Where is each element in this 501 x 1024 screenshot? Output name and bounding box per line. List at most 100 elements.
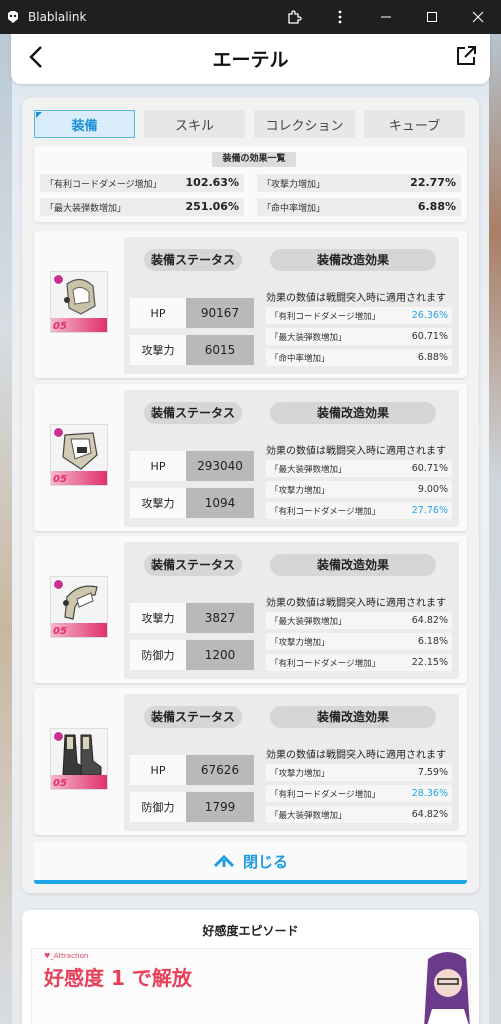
mod-row: 「最大装弾数増加」 64.82% xyxy=(266,612,452,629)
equipment-stat: HP 90167 xyxy=(130,298,254,328)
mod-value: 60.71% xyxy=(411,463,448,474)
tab-bar: 装備 スキル コレクション キューブ xyxy=(34,110,467,138)
mod-row: 「有利コードダメージ増加」 28.36% xyxy=(266,785,452,802)
mod-value: 26.36% xyxy=(411,310,448,321)
stat-value: 90167 xyxy=(186,298,254,328)
tab-collection[interactable]: コレクション xyxy=(254,110,355,138)
page-header: エーテル xyxy=(11,34,490,84)
maximize-icon[interactable] xyxy=(409,0,455,34)
mod-value: 6.18% xyxy=(417,636,448,647)
mod-row: 「攻撃力増加」 7.59% xyxy=(266,764,452,781)
external-link-button[interactable] xyxy=(454,44,478,68)
tab-equipment[interactable]: 装備 xyxy=(34,110,135,138)
rarity-badge xyxy=(53,274,64,285)
mod-value: 6.88% xyxy=(417,352,448,363)
equipment-detail: 装備ステータス 装備改造効果 HP 67626 防御力 1799 効果の数値は戦… xyxy=(124,694,459,831)
stat-value: 6.88% xyxy=(417,200,456,213)
equipment-stat: HP 67626 xyxy=(130,755,254,785)
equipment-thumbnail[interactable]: 05 xyxy=(50,728,108,790)
affection-episode-card[interactable]: ♥_Attraction 好感度 1 で解放 xyxy=(31,948,471,1024)
equipment-detail: 装備ステータス 装備改造効果 HP 90167 攻撃力 6015 効果の数値は戦… xyxy=(124,237,459,374)
mod-value: 64.82% xyxy=(411,615,448,626)
stat-value: 3827 xyxy=(186,603,254,633)
equipment-level: 05 xyxy=(53,474,67,485)
stat-key: 攻撃力 xyxy=(130,603,186,633)
equipment-detail: 装備ステータス 装備改造効果 攻撃力 3827 防御力 1200 効果の数値は戦… xyxy=(124,542,459,679)
equipment-effects-summary: 装備の効果一覧 「有利コードダメージ増加」 102.63% 「攻撃力増加」 22… xyxy=(34,146,467,222)
mod-label: 「有利コードダメージ増加」 xyxy=(270,312,381,322)
close-label: 閉じる xyxy=(242,852,288,871)
stat-value: 293040 xyxy=(186,451,254,481)
rarity-badge xyxy=(53,427,64,438)
mod-row: 「有利コードダメージ増加」 22.15% xyxy=(266,654,452,671)
equipment-level: 05 xyxy=(53,778,67,789)
equipment-thumbnail[interactable]: 05 xyxy=(50,424,108,486)
status-header: 装備ステータス xyxy=(144,706,242,728)
rarity-badge xyxy=(53,731,64,742)
equipment-level: 05 xyxy=(53,321,67,332)
stat-value: 251.06% xyxy=(185,200,239,213)
mod-header: 装備改造効果 xyxy=(270,249,436,271)
mod-label: 「有利コードダメージ増加」 xyxy=(270,790,381,800)
equipment-card: 05 装備ステータス 装備改造効果 HP 67626 防御力 1799 効果の数… xyxy=(34,688,467,835)
summary-stat-row: 「有利コードダメージ増加」 102.63% xyxy=(40,174,244,192)
stat-key: 防御力 xyxy=(130,792,186,822)
page-content: エーテル 装備 スキル コレクション キューブ 装備の効果一覧 「有利コードダメ… xyxy=(0,34,501,1024)
mod-note: 効果の数値は戦闘突入時に適用されます xyxy=(266,598,446,609)
affection-tag: ♥_Attraction xyxy=(44,952,89,960)
stat-value: 22.77% xyxy=(410,176,456,189)
tab-cube[interactable]: キューブ xyxy=(364,110,465,138)
collapse-chevron-icon xyxy=(213,854,235,868)
equipment-level: 05 xyxy=(53,626,67,637)
mod-label: 「最大装弾数増加」 xyxy=(270,333,347,343)
app-logo-icon xyxy=(6,10,20,24)
close-icon[interactable] xyxy=(455,0,501,34)
mod-row: 「攻撃力増加」 9.00% xyxy=(266,481,452,498)
stat-value: 1094 xyxy=(186,488,254,518)
stat-key: 攻撃力 xyxy=(130,488,186,518)
mod-label: 「有利コードダメージ増加」 xyxy=(270,659,381,669)
equipment-detail: 装備ステータス 装備改造効果 HP 293040 攻撃力 1094 効果の数値は… xyxy=(124,390,459,527)
status-header: 装備ステータス xyxy=(144,554,242,576)
affection-episode-section: 好感度エピソード ♥_Attraction 好感度 1 で解放 xyxy=(22,910,479,1024)
mod-label: 「攻撃力増加」 xyxy=(270,638,330,648)
mod-label: 「有利コードダメージ増加」 xyxy=(270,507,381,517)
equipment-thumbnail[interactable]: 05 xyxy=(50,271,108,333)
stat-label: 「命中率増加」 xyxy=(262,204,326,214)
window-title: Blablalink xyxy=(28,10,87,24)
more-vert-icon[interactable] xyxy=(317,0,363,34)
equipment-card: 05 装備ステータス 装備改造効果 HP 90167 攻撃力 6015 効果の数… xyxy=(34,231,467,378)
equipment-card: 05 装備ステータス 装備改造効果 HP 293040 攻撃力 1094 効果の… xyxy=(34,384,467,531)
stat-value: 1200 xyxy=(186,640,254,670)
mod-label: 「命中率増加」 xyxy=(270,354,330,364)
mod-note: 効果の数値は戦闘突入時に適用されます xyxy=(266,293,446,304)
tab-skill[interactable]: スキル xyxy=(144,110,245,138)
minimize-icon[interactable] xyxy=(363,0,409,34)
external-link-icon xyxy=(457,46,476,65)
summary-stat-row: 「命中率増加」 6.88% xyxy=(257,198,461,216)
mod-note: 効果の数値は戦闘突入時に適用されます xyxy=(266,750,446,761)
mod-row: 「最大装弾数増加」 60.71% xyxy=(266,328,452,345)
unlock-text: 好感度 1 で解放 xyxy=(44,966,192,990)
stat-value: 1799 xyxy=(186,792,254,822)
mod-value: 60.71% xyxy=(411,331,448,342)
extensions-icon[interactable] xyxy=(271,0,317,34)
mod-header: 装備改造効果 xyxy=(270,706,436,728)
stat-key: 攻撃力 xyxy=(130,335,186,365)
stat-label: 「攻撃力増加」 xyxy=(262,180,326,190)
mod-note: 効果の数値は戦闘突入時に適用されます xyxy=(266,446,446,457)
stat-label: 「最大装弾数増加」 xyxy=(45,204,127,214)
mod-label: 「最大装弾数増加」 xyxy=(270,465,347,475)
background-art-right xyxy=(489,34,501,1024)
stat-value: 67626 xyxy=(186,755,254,785)
mod-value: 22.15% xyxy=(411,657,448,668)
stat-key: HP xyxy=(130,755,186,785)
equipment-stat: 攻撃力 1094 xyxy=(130,488,254,518)
mod-row: 「命中率増加」 6.88% xyxy=(266,349,452,366)
equipment-thumbnail[interactable]: 05 xyxy=(50,576,108,638)
mod-row: 「最大装弾数増加」 60.71% xyxy=(266,460,452,477)
equipment-card: 05 装備ステータス 装備改造効果 攻撃力 3827 防御力 1200 効果の数… xyxy=(34,536,467,683)
close-button[interactable]: 閉じる xyxy=(34,842,467,884)
mod-label: 「最大装弾数増加」 xyxy=(270,617,347,627)
mod-row: 「攻撃力増加」 6.18% xyxy=(266,633,452,650)
